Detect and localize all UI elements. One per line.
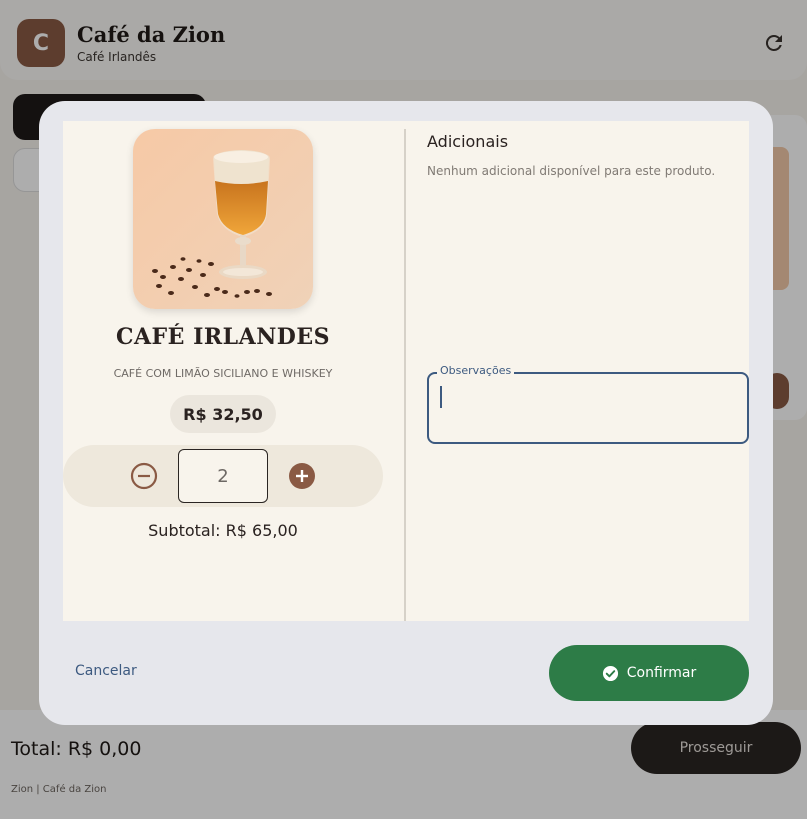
cancel-button[interactable]: Cancelar [75,663,137,679]
quantity-input[interactable] [178,449,268,503]
product-price: R$ 32,50 [170,395,276,433]
column-divider [404,129,406,621]
confirm-button[interactable]: Confirmar [549,645,749,701]
check-circle-icon [602,665,618,681]
subtotal: Subtotal: R$ 65,00 [148,521,298,540]
product-image [133,129,313,309]
dialog-content: CAFÉ IRLANDES CAFÉ COM LIMÃO SICILIANO E… [63,121,749,621]
plus-circle-icon[interactable] [288,462,316,490]
irish-coffee-glass-illustration [133,129,313,309]
add-product-dialog: CAFÉ IRLANDES CAFÉ COM LIMÃO SICILIANO E… [39,101,773,725]
minus-circle-icon[interactable] [130,462,158,490]
notes-label: Observações [437,364,515,377]
confirm-label: Confirmar [626,665,697,681]
notes-input[interactable] [439,382,735,432]
notes-field[interactable]: Observações [427,364,749,444]
addons-empty-message: Nenhum adicional disponível para este pr… [427,164,716,178]
product-name: CAFÉ IRLANDES [115,324,331,350]
addons-title: Adicionais [427,132,509,151]
quantity-stepper [63,445,383,507]
product-description: CAFÉ COM LIMÃO SICILIANO E WHISKEY [113,367,333,380]
